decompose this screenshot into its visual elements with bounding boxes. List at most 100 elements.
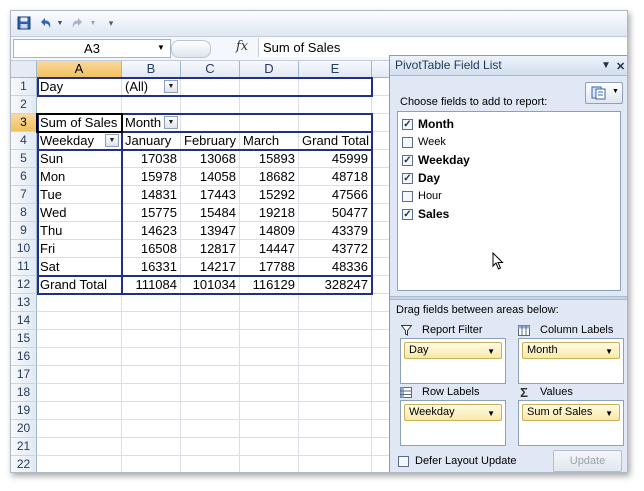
field-list-layout-button[interactable]: ▼ [585, 82, 623, 104]
field-item-hour[interactable]: Hour [402, 188, 442, 204]
cell[interactable]: 14447 [240, 240, 299, 258]
cell[interactable]: Day [37, 78, 122, 96]
row-header-2[interactable]: 2 [11, 96, 37, 114]
redo-dropdown-icon[interactable]: ▼ [88, 14, 98, 32]
cell[interactable] [122, 348, 181, 366]
cell[interactable] [37, 312, 122, 330]
cell[interactable]: 15292 [240, 186, 299, 204]
name-box-dropdown-icon[interactable]: ▼ [157, 43, 165, 52]
cell[interactable]: 16508 [122, 240, 181, 258]
field-checkbox-hour[interactable] [402, 190, 413, 202]
cell[interactable] [299, 78, 372, 96]
cell[interactable] [122, 312, 181, 330]
cell[interactable]: 14058 [181, 168, 240, 186]
cell[interactable] [181, 402, 240, 420]
name-box[interactable]: A3 [13, 39, 171, 58]
field-item-month[interactable]: ✓ Month [402, 116, 454, 132]
cell[interactable] [240, 366, 299, 384]
cell[interactable]: Sat [37, 258, 122, 276]
row-header-11[interactable]: 11 [11, 258, 37, 276]
cell[interactable] [37, 384, 122, 402]
row-header-17[interactable]: 17 [11, 366, 37, 384]
cell[interactable] [122, 294, 181, 312]
cell[interactable]: 50477 [299, 204, 372, 222]
chevron-down-icon[interactable]: ▼ [487, 344, 495, 359]
row-labels-field-chip[interactable]: Weekday ▼ [404, 404, 502, 421]
cell[interactable] [37, 330, 122, 348]
cell[interactable]: 328247 [299, 276, 372, 294]
cell[interactable]: Thu [37, 222, 122, 240]
cell[interactable] [240, 438, 299, 456]
cell[interactable] [181, 330, 240, 348]
cell[interactable] [122, 366, 181, 384]
cell[interactable] [240, 384, 299, 402]
row-header-8[interactable]: 8 [11, 204, 37, 222]
cell[interactable]: 15775 [122, 204, 181, 222]
cell[interactable] [181, 438, 240, 456]
undo-icon[interactable] [36, 14, 54, 32]
cell[interactable]: 47566 [299, 186, 372, 204]
row-labels-dropdown[interactable]: ▼ [105, 134, 119, 147]
cell[interactable]: 14623 [122, 222, 181, 240]
cell[interactable]: 15893 [240, 150, 299, 168]
cell[interactable] [122, 384, 181, 402]
cell[interactable] [37, 348, 122, 366]
cell[interactable]: 15484 [181, 204, 240, 222]
defer-layout-update-option[interactable]: Defer Layout Update [398, 455, 517, 467]
cell[interactable]: 101034 [181, 276, 240, 294]
cell[interactable]: 48718 [299, 168, 372, 186]
update-button[interactable]: Update [553, 450, 622, 472]
cell[interactable] [122, 96, 181, 114]
select-all-corner[interactable] [11, 61, 37, 78]
column-header-d[interactable]: D [240, 61, 299, 78]
cell[interactable]: 45999 [299, 150, 372, 168]
report-filter-field-chip[interactable]: Day ▼ [404, 342, 502, 359]
cell[interactable]: 43772 [299, 240, 372, 258]
cell[interactable] [299, 330, 372, 348]
cell[interactable]: 111084 [122, 276, 181, 294]
cell[interactable] [181, 366, 240, 384]
cell[interactable]: Wed [37, 204, 122, 222]
cell[interactable] [181, 294, 240, 312]
cell[interactable] [122, 420, 181, 438]
cell[interactable]: Grand Total [299, 132, 372, 150]
cell[interactable] [122, 456, 181, 472]
formula-bar-resize-handle[interactable] [171, 40, 211, 58]
field-checkbox-weekday[interactable]: ✓ [402, 154, 413, 166]
cell[interactable]: Mon [37, 168, 122, 186]
cell[interactable]: 12817 [181, 240, 240, 258]
cell[interactable] [122, 402, 181, 420]
row-header-18[interactable]: 18 [11, 384, 37, 402]
cell[interactable]: 14831 [122, 186, 181, 204]
cell[interactable]: Tue [37, 186, 122, 204]
cell[interactable] [37, 294, 122, 312]
row-header-19[interactable]: 19 [11, 402, 37, 420]
cell[interactable] [299, 114, 372, 132]
row-header-15[interactable]: 15 [11, 330, 37, 348]
row-header-1[interactable]: 1 [11, 78, 37, 96]
cell[interactable] [240, 114, 299, 132]
column-header-b[interactable]: B [122, 61, 181, 78]
cell[interactable] [181, 384, 240, 402]
cell[interactable] [299, 96, 372, 114]
cell[interactable]: January [122, 132, 181, 150]
chevron-down-icon[interactable]: ▼ [605, 406, 613, 421]
column-header-a[interactable]: A [37, 61, 122, 78]
row-header-14[interactable]: 14 [11, 312, 37, 330]
cell[interactable] [181, 312, 240, 330]
values-field-chip[interactable]: Sum of Sales ▼ [522, 404, 620, 421]
close-icon[interactable]: ✕ [616, 60, 625, 73]
row-labels-area[interactable]: Weekday ▼ [400, 400, 506, 446]
field-checkbox-month[interactable]: ✓ [402, 118, 413, 130]
chevron-down-icon[interactable]: ▼ [605, 344, 613, 359]
cell[interactable] [299, 438, 372, 456]
row-header-22[interactable]: 22 [11, 456, 37, 472]
cell[interactable] [37, 96, 122, 114]
cell[interactable]: February [181, 132, 240, 150]
column-labels-area[interactable]: Month ▼ [518, 338, 624, 384]
cell[interactable] [299, 312, 372, 330]
cell[interactable] [37, 456, 122, 472]
cell[interactable] [122, 330, 181, 348]
cell[interactable] [299, 420, 372, 438]
cell[interactable]: 17788 [240, 258, 299, 276]
